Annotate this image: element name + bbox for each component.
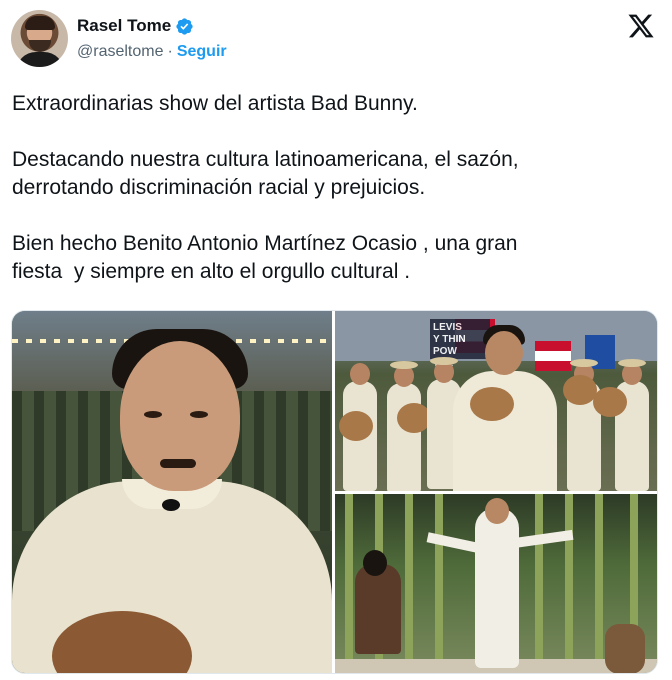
follow-button[interactable]: Seguir	[177, 43, 227, 61]
photo-performer-closeup[interactable]	[12, 311, 332, 673]
dancer-woman	[355, 564, 401, 654]
headset-mic	[162, 499, 180, 511]
performer-center-head	[485, 331, 523, 375]
straw-hat-3	[430, 357, 458, 365]
drummer-1-head	[350, 363, 370, 385]
drum-center	[470, 387, 514, 421]
dancer-man	[605, 624, 645, 673]
avatar[interactable]	[11, 10, 68, 67]
drum-4	[563, 375, 597, 405]
flag-puerto-rico-2	[535, 341, 571, 371]
sugarcane	[595, 494, 603, 673]
media-grid: LEVIS Y THIN POW THE	[11, 310, 658, 674]
straw-hat-5	[618, 359, 646, 367]
avatar-hair	[25, 16, 55, 30]
display-name[interactable]: Rasel Tome	[77, 16, 171, 36]
sugarcane	[565, 494, 573, 673]
tweet-header: Rasel Tome @raseltome · Seguir	[11, 10, 661, 70]
tweet-paragraph-2: Destacando nuestra cultura latinoamerica…	[12, 148, 519, 199]
straw-hat-4	[570, 359, 598, 367]
tweet-paragraph-1: Extraordinarias show del artista Bad Bun…	[12, 92, 418, 115]
eye-right	[190, 411, 208, 418]
mustache	[160, 459, 196, 468]
photo-dancers-sugarcane[interactable]	[335, 494, 657, 673]
drummer-2	[387, 383, 421, 491]
tweet-text: Extraordinarias show del artista Bad Bun…	[12, 90, 652, 286]
name-row: Rasel Tome	[77, 16, 194, 36]
photo-drummers[interactable]: LEVIS Y THIN POW THE	[335, 311, 657, 491]
sugarcane	[345, 494, 353, 673]
x-logo-icon[interactable]	[627, 12, 655, 40]
handle-row: @raseltome · Seguir	[77, 43, 227, 61]
handle[interactable]: @raseltome	[77, 43, 164, 61]
stage-sign: LEVIS Y THIN POW THE	[430, 319, 490, 369]
drum-1	[339, 411, 373, 441]
tweet-paragraph-3: Bien hecho Benito Antonio Martínez Ocasi…	[12, 232, 518, 283]
avatar-beard	[29, 40, 51, 52]
performer-head	[120, 341, 240, 491]
separator-dot: ·	[167, 43, 173, 60]
dancer-woman-head	[363, 550, 387, 576]
straw-hat-2	[390, 361, 418, 369]
eye-left	[144, 411, 162, 418]
performer-center-body	[453, 371, 557, 491]
verified-badge-icon	[176, 17, 193, 35]
sugarcane	[405, 494, 413, 673]
performer-head	[485, 498, 509, 524]
sugarcane	[435, 494, 443, 673]
sugarcane	[535, 494, 543, 673]
avatar-shirt	[16, 52, 64, 67]
drum-5	[593, 387, 627, 417]
performer-white-suit	[475, 508, 519, 668]
drum-2	[397, 403, 431, 433]
